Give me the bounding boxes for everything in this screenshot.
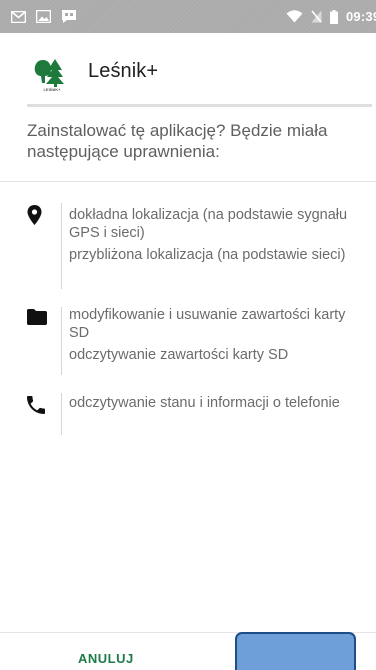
install-question: Zainstalować tę aplikację? Będzie miała …	[27, 121, 328, 161]
permission-separator	[61, 203, 62, 289]
svg-text:LEŚNIK+: LEŚNIK+	[43, 87, 61, 92]
install-button[interactable]	[235, 632, 356, 670]
app-header: LEŚNIK+ Leśnik+	[0, 33, 376, 105]
cancel-button[interactable]: ANULUJ	[78, 651, 134, 666]
gmail-icon	[11, 10, 26, 23]
permission-separator	[61, 393, 62, 435]
permission-group-location: dokładna lokalizacja (na podstawie sygna…	[0, 198, 376, 290]
folder-icon	[27, 309, 47, 325]
permission-line: odczytywanie zawartości karty SD	[69, 347, 289, 363]
tree-logo-icon: LEŚNIK+	[34, 59, 64, 92]
app-name: Leśnik+	[88, 60, 159, 82]
phone-icon	[27, 396, 45, 414]
no-sim-icon	[311, 10, 322, 23]
permission-group-storage: modyfikowanie i usuwanie zawartości kart…	[0, 302, 376, 382]
permission-line: odczytywanie stanu i informacji o telefo…	[69, 395, 340, 411]
status-bar-system: 09:39	[286, 9, 376, 24]
permission-separator	[61, 307, 62, 375]
battery-icon	[330, 9, 338, 24]
gallery-icon	[36, 10, 51, 23]
status-bar-notifications	[0, 9, 77, 24]
location-pin-icon	[27, 205, 42, 225]
wifi-icon	[286, 10, 303, 23]
message-icon	[62, 10, 76, 23]
permission-text-phone: odczytywanie stanu i informacji o telefo…	[69, 394, 369, 416]
permission-text-storage: modyfikowanie i usuwanie zawartości kart…	[69, 306, 369, 368]
permission-line: przybliżona lokalizacja (na podstawie si…	[69, 247, 346, 263]
status-bar: 09:39	[0, 0, 376, 33]
permission-text-location: dokładna lokalizacja (na podstawie sygna…	[69, 206, 369, 268]
section-divider	[0, 181, 376, 182]
permission-line: modyfikowanie i usuwanie zawartości kart…	[69, 307, 346, 341]
header-divider	[27, 104, 372, 107]
permission-group-phone: odczytywanie stanu i informacji o telefo…	[0, 388, 376, 438]
permission-line: dokładna lokalizacja (na podstawie sygna…	[69, 207, 348, 241]
status-time: 09:39	[346, 9, 376, 24]
